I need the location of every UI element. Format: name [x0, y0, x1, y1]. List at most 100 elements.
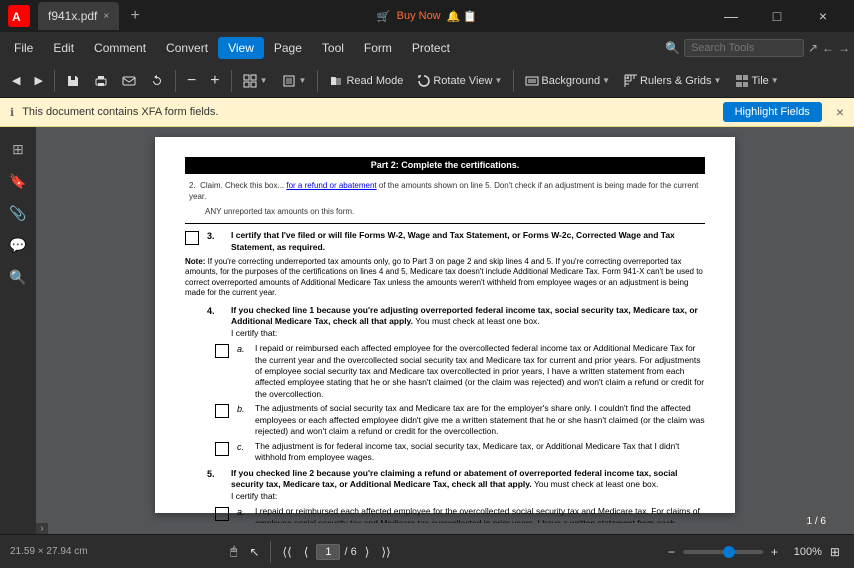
- note-block: Note: If you're correcting underreported…: [185, 257, 705, 299]
- mail-btn[interactable]: [116, 71, 142, 91]
- svg-text:A: A: [12, 10, 21, 24]
- rulers-grids-label: Rulers & Grids: [640, 75, 712, 87]
- rulers-grids-btn[interactable]: Rulers & Grids ▼: [618, 71, 727, 91]
- external-link-icon[interactable]: ↗: [808, 41, 818, 55]
- print-btn[interactable]: [88, 71, 114, 91]
- item2-subtext: ANY unreported tax amounts on this form.: [185, 206, 705, 217]
- item4-subtext: You must check at least one box.: [415, 316, 539, 326]
- background-label: Background: [541, 75, 600, 87]
- menu-convert[interactable]: Convert: [156, 37, 218, 59]
- menu-comment[interactable]: Comment: [84, 37, 156, 59]
- new-tab-btn[interactable]: +: [123, 4, 147, 28]
- title-bar: A f941x.pdf × + 🛒 Buy Now 🔔 📋 — □ ×: [0, 0, 854, 32]
- item3-text: I certify that I've filed or will file F…: [231, 230, 675, 251]
- buy-now-label[interactable]: Buy Now: [397, 10, 441, 22]
- item5-subtext: You must check at least one box.: [534, 479, 658, 489]
- item5a-text: I repaid or reimbursed each affected emp…: [255, 506, 705, 523]
- bottom-toolbar: 21.59 × 27.94 cm 🖱 ↖ ⟨⟨ ⟨ / 6 ⟩ ⟩⟩ − + 1…: [0, 534, 854, 568]
- zoom-slider[interactable]: [683, 550, 763, 554]
- zoom-slider-thumb[interactable]: [723, 546, 735, 558]
- zoom-out-btn[interactable]: −: [181, 69, 202, 93]
- item5a-checkbox[interactable]: [215, 507, 229, 521]
- menu-protect[interactable]: Protect: [402, 37, 460, 59]
- right-collapse-handle[interactable]: ›: [36, 523, 48, 534]
- notification-bar: ℹ This document contains XFA form fields…: [0, 98, 854, 127]
- minimize-btn[interactable]: —: [708, 2, 754, 30]
- last-page-btn[interactable]: ⟩⟩: [377, 543, 394, 561]
- first-page-btn[interactable]: ⟨⟨: [278, 543, 295, 561]
- pages-icon[interactable]: ⊞: [4, 135, 32, 163]
- item4c-checkbox[interactable]: [215, 442, 229, 456]
- menu-view[interactable]: View: [218, 37, 264, 59]
- tile-label: Tile: [751, 75, 768, 87]
- menu-tool[interactable]: Tool: [312, 37, 354, 59]
- forward-btn[interactable]: ▶: [28, 71, 48, 90]
- zoom-in-btn[interactable]: +: [767, 543, 782, 561]
- separator-4: [317, 70, 318, 92]
- menu-form[interactable]: Form: [354, 37, 402, 59]
- prev-page-btn[interactable]: ⟨: [300, 543, 313, 561]
- separator-5: [513, 70, 514, 92]
- item4b-checkbox[interactable]: [215, 404, 229, 418]
- select-mode-btn[interactable]: ↖: [245, 543, 263, 561]
- tile-btn[interactable]: Tile ▼: [729, 71, 784, 91]
- search-icon: 🔍: [665, 41, 680, 55]
- background-btn[interactable]: Background ▼: [519, 71, 616, 91]
- page-container[interactable]: Part 2: Complete the certifications. 2. …: [36, 127, 854, 523]
- item4a-checkbox[interactable]: [215, 344, 229, 358]
- zoom-out-btn[interactable]: −: [664, 543, 679, 561]
- page-input[interactable]: [316, 544, 340, 560]
- search-icon[interactable]: 🔍: [4, 263, 32, 291]
- view-options-btn[interactable]: ▼: [237, 71, 274, 91]
- forward-icon[interactable]: →: [838, 41, 850, 55]
- pdf-tab[interactable]: f941x.pdf ×: [38, 2, 119, 30]
- item4b-text: The adjustments of social security tax a…: [255, 403, 705, 437]
- item5a-row: a. I repaid or reimbursed each affected …: [185, 506, 705, 523]
- zoom-level: 100%: [786, 546, 822, 558]
- note-label: Note:: [185, 257, 208, 266]
- read-mode-btn[interactable]: Read Mode: [323, 71, 409, 91]
- menu-bar: File Edit Comment Convert View Page Tool…: [0, 32, 854, 64]
- highlight-fields-btn[interactable]: Highlight Fields: [723, 102, 822, 122]
- search-input[interactable]: [684, 39, 804, 57]
- zoom-in-btn[interactable]: +: [204, 69, 225, 93]
- maximize-btn[interactable]: □: [754, 2, 800, 30]
- toolbar: ◀ ▶ − + ▼ ▼ Read Mode Rotate View ▼ Back…: [0, 64, 854, 98]
- fit-window-btn[interactable]: ⊞: [826, 543, 844, 561]
- info-icon: ℹ: [10, 106, 14, 119]
- menu-edit[interactable]: Edit: [43, 37, 84, 59]
- attachments-icon[interactable]: 📎: [4, 199, 32, 227]
- tab-close-btn[interactable]: ×: [103, 11, 109, 22]
- notification-close-btn[interactable]: ×: [836, 104, 844, 120]
- fit-btn[interactable]: ▼: [276, 71, 313, 91]
- toolbar-extra-icons: 🔔 📋: [447, 10, 477, 23]
- main-area: ⊞ 🔖 📎 💬 🔍 Part 2: Complete the certifica…: [0, 127, 854, 534]
- back-icon[interactable]: ←: [822, 41, 834, 55]
- rotate-view-label: Rotate View: [433, 75, 492, 87]
- page-slash: / 6: [344, 546, 356, 558]
- back-btn[interactable]: ◀: [6, 71, 26, 90]
- item2-text: 2. Claim. Check this box... for a refund…: [185, 180, 705, 202]
- separator-bottom: [270, 541, 271, 563]
- rotate-btn[interactable]: [144, 71, 170, 91]
- menu-page[interactable]: Page: [264, 37, 312, 59]
- item3-checkbox[interactable]: [185, 231, 199, 245]
- item4-header-row: 4. If you checked line 1 because you're …: [185, 305, 705, 339]
- save-btn[interactable]: [60, 71, 86, 91]
- right-handle-arrow: ›: [40, 523, 43, 534]
- close-btn[interactable]: ×: [800, 2, 846, 30]
- comments-icon[interactable]: 💬: [4, 231, 32, 259]
- tab-filename: f941x.pdf: [48, 9, 97, 23]
- menu-file[interactable]: File: [4, 37, 43, 59]
- bookmarks-icon[interactable]: 🔖: [4, 167, 32, 195]
- next-page-btn[interactable]: ⟩: [361, 543, 374, 561]
- file-info: 21.59 × 27.94 cm: [10, 546, 88, 557]
- separator-2: [175, 70, 176, 92]
- item4a-row: a. I repaid or reimbursed each affected …: [185, 343, 705, 400]
- rotate-view-btn[interactable]: Rotate View ▼: [411, 71, 508, 91]
- item5-certify: I certify that:: [231, 491, 277, 501]
- item5-header-row: 5. If you checked line 2 because you're …: [185, 468, 705, 502]
- buy-now-icon: 🛒: [377, 10, 391, 23]
- search-area: 🔍 ↗ ← →: [665, 39, 850, 57]
- mouse-mode-btn[interactable]: 🖱: [226, 542, 241, 561]
